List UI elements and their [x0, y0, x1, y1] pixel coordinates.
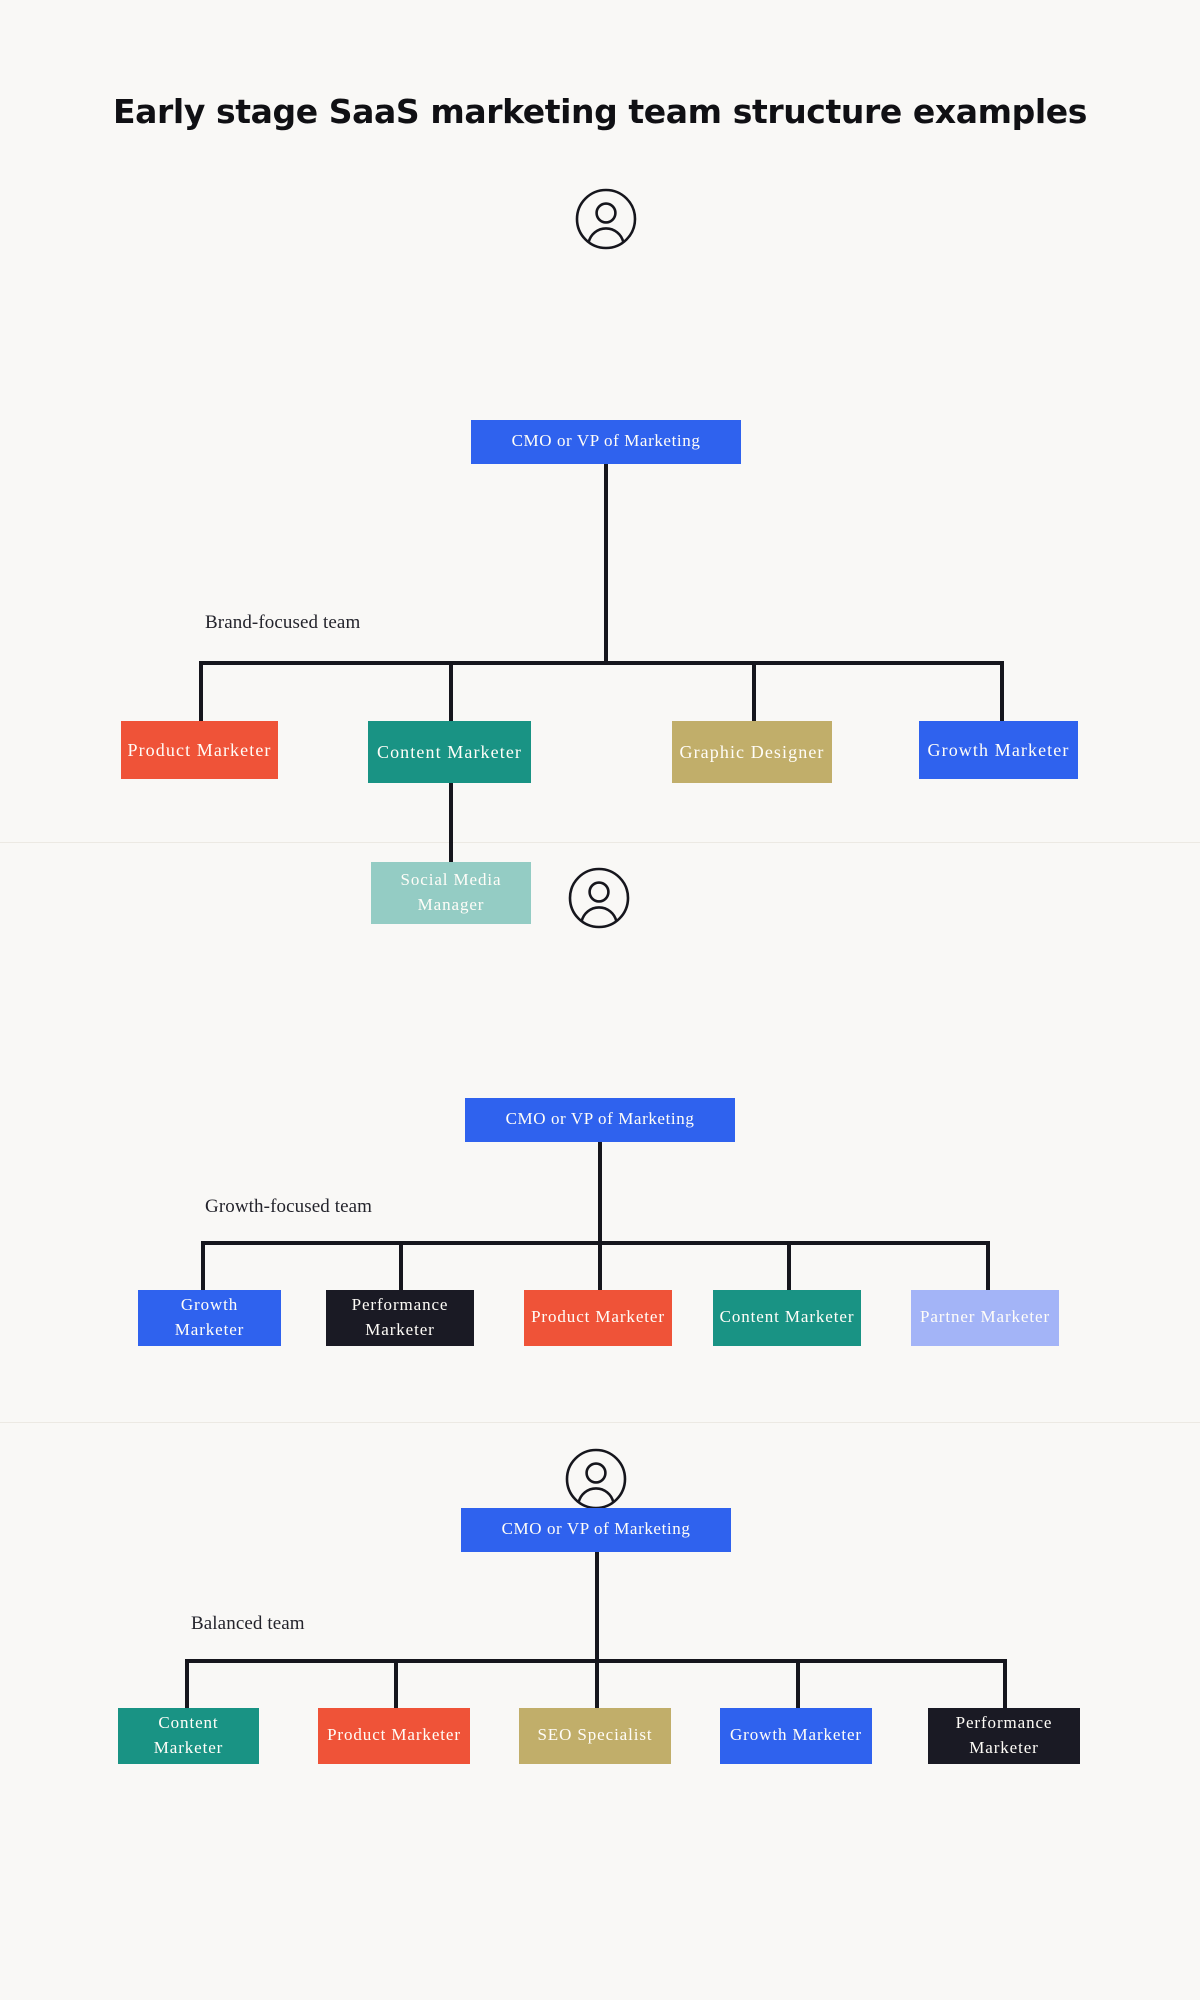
node-growth-marketer[interactable]: Growth Marketer — [720, 1707, 872, 1764]
node-growth-marketer[interactable]: Growth Marketer — [138, 1289, 281, 1346]
node-label: Social Media Manager — [400, 869, 502, 914]
connector-drop — [1003, 1658, 1007, 1708]
node-label: CMO or VP of Marketing — [511, 431, 701, 451]
chart-brand-focused: CMO or VP of Marketing Product Marketer … — [0, 132, 1200, 924]
node-label: CMO or VP of Marketing — [501, 1519, 691, 1539]
connector-drop — [394, 1658, 398, 1708]
connector-trunk — [604, 463, 608, 665]
node-partner-marketer[interactable]: Partner Marketer — [911, 1289, 1059, 1346]
group-label-growth-focused: Growth-focused team — [205, 1195, 373, 1217]
node-root-cmo[interactable]: CMO or VP of Marketing — [465, 1097, 735, 1142]
connector-drop — [199, 660, 203, 721]
connector-drop — [796, 1658, 800, 1708]
user-avatar-icon — [565, 1448, 627, 1510]
user-avatar-icon — [575, 188, 637, 250]
title-container: Early stage SaaS marketing team structur… — [0, 0, 1200, 132]
node-content-marketer[interactable]: Content Marketer — [368, 720, 531, 783]
connector-drop — [449, 660, 453, 721]
node-performance-marketer[interactable]: Performance Marketer — [928, 1707, 1080, 1764]
group-label-brand-focused: Brand-focused team — [205, 611, 361, 633]
node-label: Graphic Designer — [679, 741, 825, 762]
chart-growth-focused: CMO or VP of Marketing Growth Marketer P… — [0, 841, 1200, 1422]
node-label: Performance Marketer — [351, 1294, 449, 1339]
node-label: Growth Marketer — [927, 739, 1070, 760]
node-graphic-designer[interactable]: Graphic Designer — [672, 720, 832, 783]
node-performance-marketer[interactable]: Performance Marketer — [326, 1289, 474, 1346]
node-product-marketer[interactable]: Product Marketer — [318, 1707, 470, 1764]
connector-drop — [449, 782, 453, 862]
node-label: Growth Marketer — [174, 1294, 245, 1339]
connector-drop — [595, 1658, 599, 1708]
node-label: Content Marketer — [153, 1712, 224, 1757]
connector-drop — [201, 1240, 205, 1290]
node-label: Partner Marketer — [919, 1307, 1051, 1327]
chart-balanced: CMO or VP of Marketing Content Marketer … — [0, 1421, 1200, 1992]
group-label-balanced: Balanced team — [191, 1612, 305, 1634]
connector-drop — [787, 1240, 791, 1290]
node-seo-specialist[interactable]: SEO Specialist — [519, 1707, 671, 1764]
node-content-marketer[interactable]: Content Marketer — [118, 1707, 259, 1764]
node-label: Content Marketer — [719, 1307, 855, 1327]
node-social-media-manager[interactable]: Social Media Manager — [371, 861, 531, 924]
node-label: Performance Marketer — [955, 1712, 1053, 1757]
node-label: Product Marketer — [327, 1725, 461, 1745]
connector-drop — [1000, 660, 1004, 721]
node-label: CMO or VP of Marketing — [505, 1109, 695, 1129]
org-chart-page: Early stage SaaS marketing team structur… — [0, 0, 1200, 2000]
node-label: Product Marketer — [531, 1307, 665, 1327]
node-product-marketer[interactable]: Product Marketer — [524, 1289, 672, 1346]
connector-trunk — [598, 1141, 602, 1245]
page-title: Early stage SaaS marketing team structur… — [113, 92, 1087, 131]
node-content-marketer[interactable]: Content Marketer — [713, 1289, 861, 1346]
connector-bus — [203, 1240, 990, 1245]
connector-bus — [201, 660, 1004, 665]
node-product-marketer[interactable]: Product Marketer — [121, 720, 278, 779]
node-label: SEO Specialist — [537, 1725, 653, 1745]
connector-drop — [399, 1240, 403, 1290]
connector-drop — [598, 1240, 602, 1290]
node-label: Product Marketer — [127, 739, 272, 760]
connector-trunk — [595, 1551, 599, 1663]
node-label: Growth Marketer — [730, 1725, 862, 1745]
node-root-cmo[interactable]: CMO or VP of Marketing — [461, 1507, 731, 1552]
connector-drop — [986, 1240, 990, 1290]
node-root-cmo[interactable]: CMO or VP of Marketing — [471, 419, 741, 464]
node-growth-marketer[interactable]: Growth Marketer — [919, 720, 1078, 779]
connector-drop — [752, 660, 756, 721]
user-avatar-icon — [568, 867, 630, 929]
node-label: Content Marketer — [376, 741, 523, 762]
connector-drop — [185, 1658, 189, 1708]
